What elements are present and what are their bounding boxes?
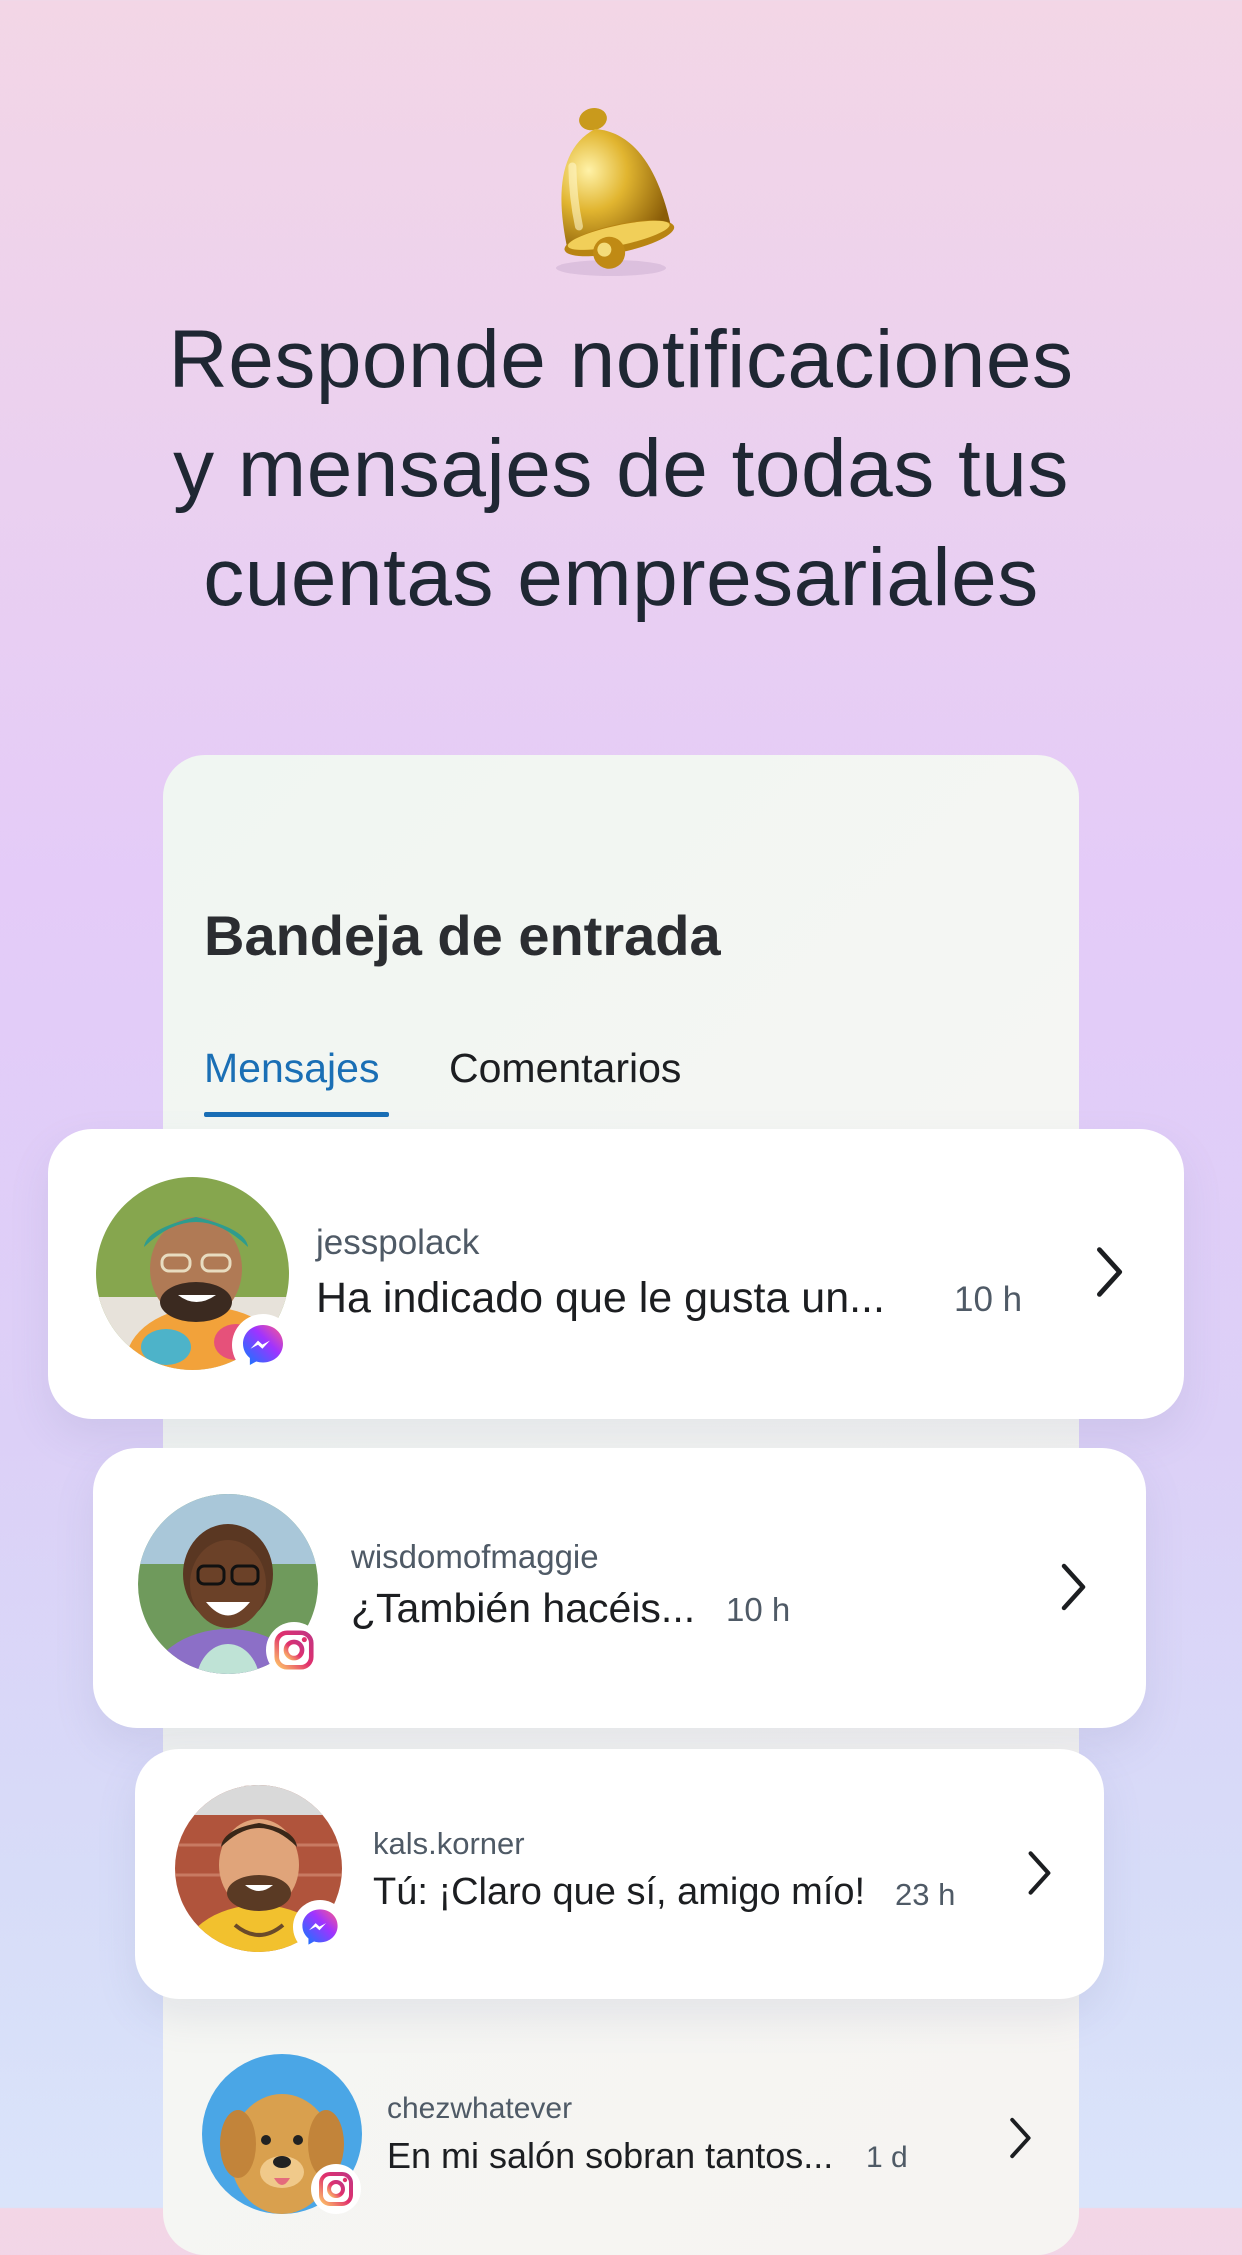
- conversation-preview: Ha indicado que le gusta un...: [316, 1274, 885, 1322]
- instagram-icon: [311, 2164, 361, 2214]
- conversation-card[interactable]: jesspolack Ha indicado que le gusta un..…: [48, 1129, 1184, 1419]
- conversation-username: kals.korner: [373, 1826, 525, 1861]
- bell-icon: [516, 100, 696, 280]
- headline-line-1: Responde notificaciones: [168, 314, 1074, 405]
- chevron-right-icon[interactable]: [1093, 1244, 1125, 1300]
- conversation-username: jesspolack: [316, 1223, 480, 1262]
- active-tab-indicator: [204, 1112, 389, 1117]
- chevron-right-icon[interactable]: [1058, 1561, 1088, 1613]
- conversation-username: wisdomofmaggie: [351, 1538, 599, 1575]
- instagram-icon: [266, 1622, 322, 1678]
- inbox-tabs: Mensajes Comentarios: [204, 1045, 1004, 1125]
- conversation-username: chezwhatever: [387, 2092, 573, 2125]
- headline-line-3: cuentas empresariales: [203, 532, 1039, 623]
- chevron-right-icon[interactable]: [1025, 1849, 1053, 1897]
- chevron-right-icon[interactable]: [1007, 2115, 1033, 2161]
- conversation-card[interactable]: chezwhatever En mi salón sobran tantos..…: [163, 2020, 1079, 2240]
- conversation-time: 10 h: [954, 1280, 1023, 1319]
- inbox-title: Bandeja de entrada: [204, 904, 721, 967]
- page-title: Responde notificaciones y mensajes de to…: [60, 305, 1182, 632]
- conversation-preview: Tú: ¡Claro que sí, amigo mío!: [373, 1871, 866, 1913]
- conversation-card[interactable]: wisdomofmaggie ¿También hacéis... 10 h: [93, 1448, 1146, 1728]
- conversation-time: 1 d: [866, 2141, 908, 2174]
- messenger-icon: [293, 1900, 347, 1954]
- messenger-icon: [232, 1314, 294, 1376]
- conversation-preview: En mi salón sobran tantos...: [387, 2135, 834, 2176]
- conversation-preview: ¿También hacéis...: [351, 1585, 696, 1631]
- tab-comentarios[interactable]: Comentarios: [449, 1045, 681, 1092]
- conversation-time: 10 h: [726, 1591, 791, 1628]
- tab-mensajes[interactable]: Mensajes: [204, 1045, 379, 1092]
- conversation-time: 23 h: [895, 1877, 956, 1912]
- conversation-card[interactable]: kals.korner Tú: ¡Claro que sí, amigo mío…: [135, 1749, 1104, 1999]
- headline-line-2: y mensajes de todas tus: [173, 423, 1069, 514]
